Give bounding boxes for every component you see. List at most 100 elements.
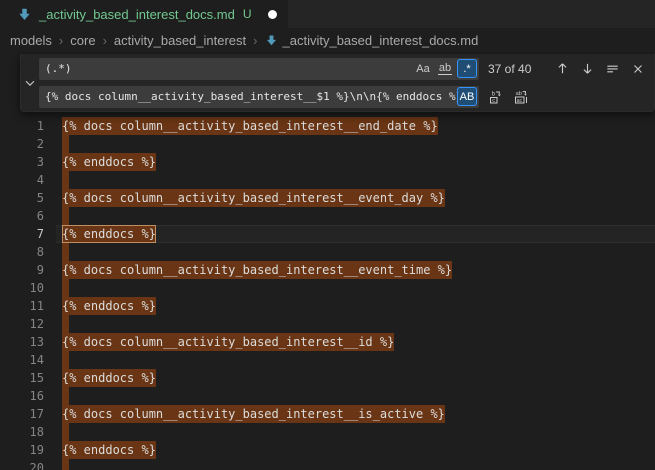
editor-line[interactable]: 18 [0,423,655,441]
editor-line[interactable]: 5{% docs column__activity_based_interest… [0,189,655,207]
replace-input-value: {% docs column__activity_based_interest_… [45,90,457,103]
line-number: 12 [0,315,44,333]
find-match-current: {% enddocs %} [62,225,156,243]
line-number: 20 [0,459,44,470]
svg-text:b: b [491,91,495,97]
chevron-right-icon: › [59,33,63,48]
find-match-highlight-empty [62,279,69,297]
svg-text:c: c [492,98,495,104]
find-match-highlight: {% docs column__activity_based_interest_… [62,261,452,279]
editor-line[interactable]: 7{% enddocs %} [0,225,655,243]
editor-line[interactable]: 10 [0,279,655,297]
find-match-highlight: {% enddocs %} [62,369,156,387]
editor-line[interactable]: 11 {% enddocs %} [0,297,655,315]
editor-line[interactable]: 1 {% docs column__activity_based_interest… [0,117,655,135]
regex-button[interactable]: .* [457,59,477,78]
replace-row: {% docs column__activity_based_interest_… [39,86,648,108]
line-content: {% docs column__activity_based_interest_… [62,189,445,207]
match-case-button[interactable]: Aa [413,59,433,78]
find-input[interactable]: (.*) Aa ab .* [39,58,479,80]
preserve-case-button[interactable]: AB [457,87,477,106]
find-match-highlight: {% docs column__activity_based_interest_… [62,405,445,423]
breadcrumb-item-models[interactable]: models [10,33,52,48]
svg-text:ab: ab [515,91,521,97]
find-match-highlight: {% docs column__activity_based_interest_… [62,189,445,207]
find-match-highlight-empty [62,351,69,369]
previous-match-button[interactable] [552,58,573,79]
find-match-highlight-empty [62,171,69,189]
editor-line[interactable]: 14 [0,351,655,369]
find-in-selection-icon [605,61,620,76]
line-content: {% enddocs %} [62,153,156,171]
line-number: 9 [0,261,44,279]
editor-line[interactable]: 4 [0,171,655,189]
breadcrumb-item-core[interactable]: core [70,33,95,48]
chevron-right-icon: › [253,33,257,48]
find-in-selection-button[interactable] [602,58,623,79]
whole-word-button[interactable]: ab [435,59,455,78]
line-content [62,387,69,405]
line-number: 16 [0,387,44,405]
next-match-button[interactable] [577,58,598,79]
replace-all-button[interactable]: ab ac [510,86,531,107]
find-match-highlight-empty [62,423,69,441]
replace-input[interactable]: {% docs column__activity_based_interest_… [39,86,479,108]
editor-line[interactable]: 3{% enddocs %} [0,153,655,171]
breadcrumb: models › core › activity_based_interest … [0,28,655,52]
modified-dot-icon[interactable] [268,10,277,19]
editor-line[interactable]: 15 {% enddocs %} [0,369,655,387]
line-content: {% enddocs %} [62,369,156,387]
line-number: 8 [0,243,44,261]
editor-line[interactable]: 13{% docs column__activity_based_interes… [0,333,655,351]
chevron-right-icon: › [103,33,107,48]
editor-line[interactable]: 12 [0,315,655,333]
line-number: 6 [0,207,44,225]
line-number: 2 [0,135,44,153]
line-content: {% docs column__activity_based_interest_… [62,117,438,135]
line-content: {% enddocs %} [62,441,156,459]
find-match-highlight-empty [62,315,69,333]
line-number: 4 [0,171,44,189]
editor-pane[interactable]: (.*) Aa ab .* 37 of 40 [0,52,655,470]
svg-text:ac: ac [516,97,522,103]
editor-line[interactable]: 20 [0,459,655,470]
find-match-highlight-empty [62,243,69,261]
find-match-highlight-empty [62,459,69,470]
toggle-replace-button[interactable] [21,54,39,111]
vscode-window: _activity_based_interest_docs.md U model… [0,0,655,470]
find-input-value: (.*) [45,62,72,75]
editor-line[interactable]: 2 [0,135,655,153]
line-number: 14 [0,351,44,369]
breadcrumb-item-file[interactable]: _activity_based_interest_docs.md [265,33,479,48]
editor-lines: 1 {% docs column__activity_based_interest… [0,117,655,470]
find-replace-widget: (.*) Aa ab .* 37 of 40 [20,54,655,112]
breadcrumb-item-activity-based-interest[interactable]: activity_based_interest [114,33,246,48]
match-count: 37 of 40 [488,62,531,76]
markdown-file-icon [265,34,278,47]
editor-line[interactable]: 16 [0,387,655,405]
editor-line[interactable]: 9 {% docs column__activity_based_interest… [0,261,655,279]
editor-line[interactable]: 6 [0,207,655,225]
tab-active-file[interactable]: _activity_based_interest_docs.md U [0,0,288,28]
markdown-file-icon [17,7,32,22]
line-content [62,207,69,225]
close-button[interactable] [627,58,648,79]
line-content [62,135,69,153]
editor-line[interactable]: 17{% docs column__activity_based_interes… [0,405,655,423]
line-content [62,351,69,369]
arrow-down-icon [580,61,595,76]
line-number: 15 [0,369,44,387]
editor-line[interactable]: 8 [0,243,655,261]
editor-line[interactable]: 19 {% enddocs %} [0,441,655,459]
line-number: 11 [0,297,44,315]
replace-button[interactable]: b c [485,86,506,107]
line-number: 10 [0,279,44,297]
find-match-highlight-empty [62,135,69,153]
line-content: {% enddocs %} [62,225,156,243]
line-content [62,315,69,333]
line-content: {% enddocs %} [62,297,156,315]
git-status-badge: U [243,7,252,21]
line-content [62,171,69,189]
line-number: 1 [0,117,44,135]
line-number: 19 [0,441,44,459]
